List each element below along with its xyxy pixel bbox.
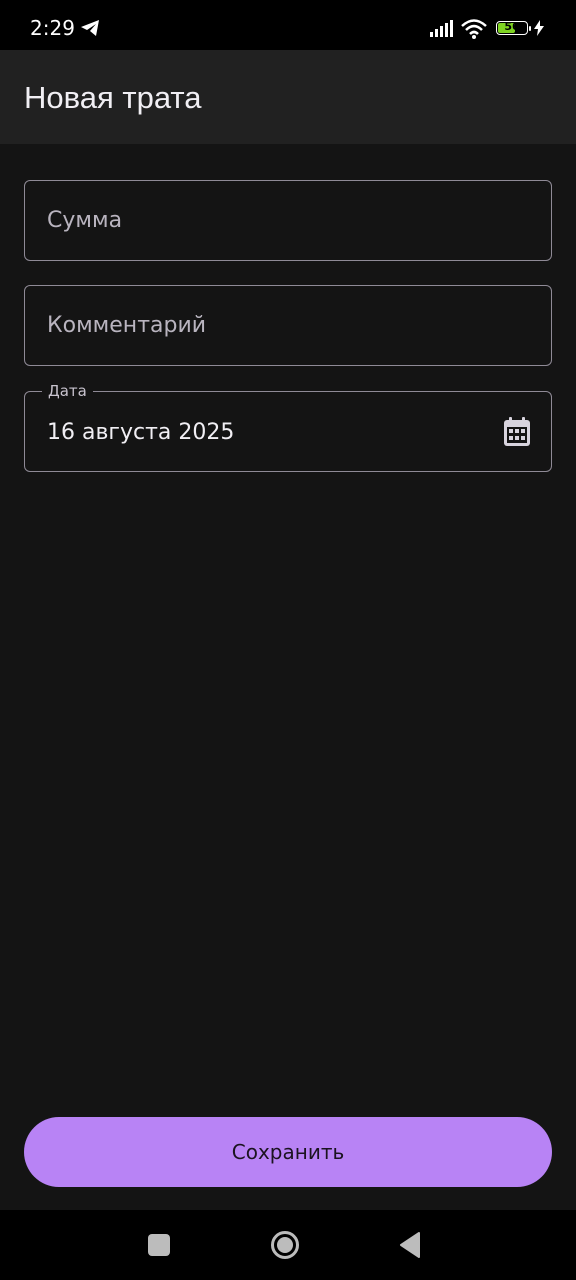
date-field[interactable]: Дата 16 августа 2025 [24,381,552,472]
page-title: Новая трата [24,80,202,115]
comment-field[interactable] [24,285,552,366]
date-value[interactable]: 16 августа 2025 [47,419,234,447]
battery-tip [529,26,531,31]
status-time: 2:29 [30,16,75,40]
amount-input[interactable] [47,181,487,260]
back-icon[interactable] [399,1232,421,1262]
wifi-icon [460,18,488,44]
battery-icon: 56 [496,20,528,35]
telegram-icon [80,19,100,41]
status-icons: 56 [430,16,560,40]
date-label: Дата [42,381,93,401]
battery-percent: 56 [504,20,520,33]
calendar-icon[interactable] [503,417,531,447]
recent-apps-icon[interactable] [148,1234,170,1256]
amount-field[interactable] [24,180,552,261]
status-bar: 2:29 56 [0,0,576,50]
comment-input[interactable] [47,286,487,365]
signal-icon [430,19,456,41]
home-icon[interactable] [270,1230,300,1264]
navigation-bar [0,1210,576,1280]
charging-icon [534,20,544,40]
save-button[interactable]: Сохранить [24,1117,552,1187]
app-bar: Новая трата [0,50,576,144]
